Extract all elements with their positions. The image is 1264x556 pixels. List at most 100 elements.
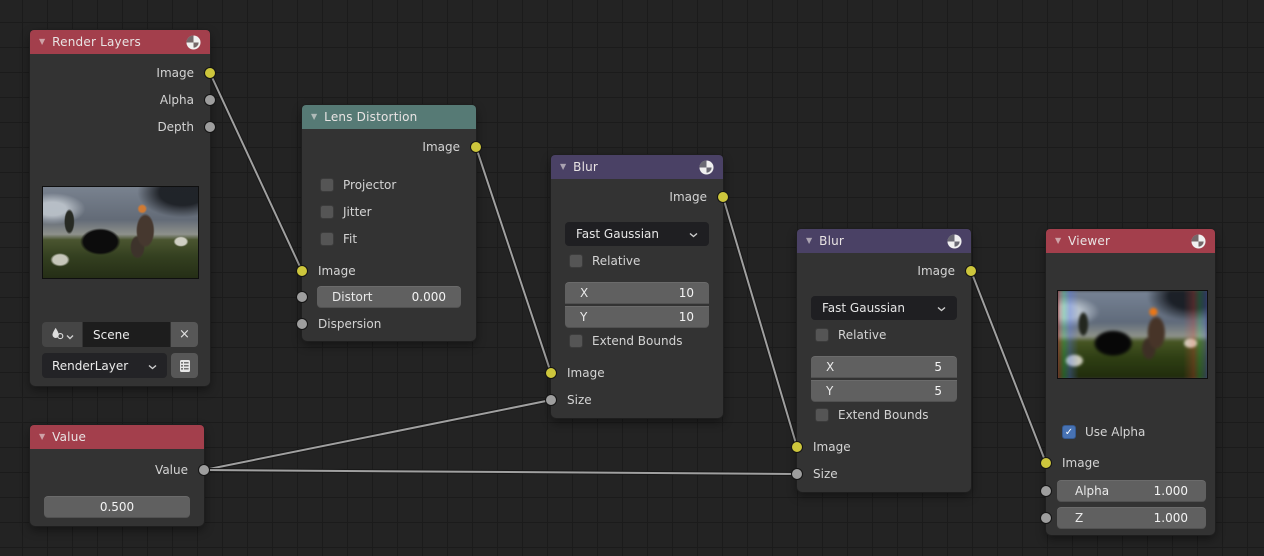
node-title: Viewer bbox=[1068, 234, 1111, 248]
socket-input-z[interactable] bbox=[1040, 512, 1052, 524]
node-title: Lens Distortion bbox=[324, 110, 418, 124]
checkbox-label: Extend Bounds bbox=[592, 334, 683, 348]
scene-browse-button[interactable] bbox=[42, 322, 82, 347]
scene-name-field[interactable]: Scene bbox=[83, 322, 170, 347]
collapse-arrow-icon[interactable]: ▼ bbox=[311, 113, 317, 121]
output-label: Image bbox=[669, 190, 707, 204]
y-field[interactable]: Y 10 bbox=[565, 306, 709, 328]
node-title: Blur bbox=[573, 160, 599, 174]
x-field[interactable]: X 5 bbox=[811, 356, 957, 378]
x-field[interactable]: X 10 bbox=[565, 282, 709, 304]
node-blur-2[interactable]: ▼ Blur Image Fast Gaussian Relative X 5 … bbox=[791, 229, 977, 492]
node-viewer[interactable]: ▼ Viewer ✓ Use Alpha Image Alpha 1.000 Z… bbox=[1040, 229, 1215, 535]
socket-input-size[interactable] bbox=[791, 468, 803, 480]
socket-output-image[interactable] bbox=[204, 67, 216, 79]
socket-output-alpha[interactable] bbox=[204, 94, 216, 106]
collapse-arrow-icon[interactable]: ▼ bbox=[1055, 237, 1061, 245]
use-alpha-checkbox[interactable]: ✓ bbox=[1062, 425, 1076, 439]
node-link[interactable] bbox=[474, 145, 553, 375]
viewer-preview-image bbox=[1057, 290, 1208, 379]
scene-selector[interactable]: Scene × bbox=[42, 322, 198, 347]
node-header[interactable]: ▼ Blur bbox=[551, 155, 723, 179]
input-label: Image bbox=[567, 366, 605, 380]
node-lens-distortion[interactable]: ▼ Lens Distortion Image Projector Jitter… bbox=[296, 105, 482, 341]
node-link[interactable] bbox=[202, 468, 799, 476]
distort-field[interactable]: Distort 0.000 bbox=[317, 286, 461, 308]
collapse-arrow-icon[interactable]: ▼ bbox=[39, 433, 45, 441]
node-blur-1[interactable]: ▼ Blur Image Fast Gaussian Relative X 10… bbox=[545, 155, 729, 418]
collapse-arrow-icon[interactable]: ▼ bbox=[560, 163, 566, 171]
node-link[interactable] bbox=[969, 269, 1048, 465]
node-link[interactable] bbox=[202, 398, 553, 472]
jitter-checkbox[interactable] bbox=[320, 205, 334, 219]
render-layer-dropdown[interactable]: RenderLayer bbox=[42, 353, 167, 378]
field-value: 1.000 bbox=[1153, 484, 1188, 498]
material-sphere-icon bbox=[1191, 233, 1206, 249]
output-label: Value bbox=[155, 463, 188, 477]
dropdown-value: Fast Gaussian bbox=[576, 227, 659, 241]
node-header[interactable]: ▼ Viewer bbox=[1046, 229, 1215, 253]
output-label: Depth bbox=[157, 120, 194, 134]
socket-input-distort[interactable] bbox=[296, 291, 308, 303]
field-value: 10 bbox=[678, 286, 694, 300]
node-render-layers[interactable]: ▼ Render Layers Image Alpha Depth Scene … bbox=[30, 30, 216, 386]
checkbox-label: Use Alpha bbox=[1085, 425, 1146, 439]
checkbox-label: Relative bbox=[592, 254, 641, 268]
chevron-down-icon bbox=[689, 227, 698, 241]
socket-input-image[interactable] bbox=[1040, 457, 1052, 469]
input-label: Image bbox=[318, 264, 356, 278]
render-layers-icon bbox=[179, 359, 190, 372]
node-link[interactable] bbox=[721, 195, 799, 449]
blur-filter-dropdown[interactable]: Fast Gaussian bbox=[565, 222, 709, 246]
socket-output-image[interactable] bbox=[965, 265, 977, 277]
blur-filter-dropdown[interactable]: Fast Gaussian bbox=[811, 296, 957, 320]
node-header[interactable]: ▼ Blur bbox=[797, 229, 971, 253]
field-label: X bbox=[826, 360, 835, 374]
output-label: Alpha bbox=[159, 93, 194, 107]
socket-input-alpha[interactable] bbox=[1040, 485, 1052, 497]
field-value: 0.500 bbox=[99, 500, 135, 514]
socket-input-image[interactable] bbox=[545, 367, 557, 379]
node-title: Blur bbox=[819, 234, 845, 248]
node-editor-canvas[interactable]: ▼ Render Layers Image Alpha Depth Scene … bbox=[0, 0, 1264, 556]
projector-checkbox[interactable] bbox=[320, 178, 334, 192]
field-label: Z bbox=[1075, 511, 1084, 525]
render-layers-icon-button[interactable] bbox=[171, 353, 198, 378]
field-label: Alpha bbox=[1075, 484, 1110, 498]
output-label: Image bbox=[917, 264, 955, 278]
chevron-down-icon bbox=[937, 301, 946, 315]
input-label: Dispersion bbox=[318, 317, 382, 331]
socket-input-image[interactable] bbox=[791, 441, 803, 453]
node-header[interactable]: ▼ Lens Distortion bbox=[302, 105, 476, 129]
extend-bounds-checkbox[interactable] bbox=[815, 408, 829, 422]
extend-bounds-checkbox[interactable] bbox=[569, 334, 583, 348]
socket-output-image[interactable] bbox=[470, 141, 482, 153]
node-value[interactable]: ▼ Value Value 0.500 bbox=[30, 425, 210, 526]
collapse-arrow-icon[interactable]: ▼ bbox=[806, 237, 812, 245]
socket-output-image[interactable] bbox=[717, 191, 729, 203]
field-label: X bbox=[580, 286, 589, 300]
node-link[interactable] bbox=[208, 71, 304, 273]
socket-output-value[interactable] bbox=[198, 464, 210, 476]
socket-input-size[interactable] bbox=[545, 394, 557, 406]
input-label: Size bbox=[813, 467, 838, 481]
fit-checkbox[interactable] bbox=[320, 232, 334, 246]
chevron-down-icon bbox=[66, 325, 74, 344]
render-layer-selector[interactable]: RenderLayer bbox=[42, 353, 198, 378]
y-field[interactable]: Y 5 bbox=[811, 380, 957, 402]
field-value: 10 bbox=[678, 310, 694, 324]
socket-output-depth[interactable] bbox=[204, 121, 216, 133]
z-field[interactable]: Z 1.000 bbox=[1057, 507, 1206, 529]
value-field[interactable]: 0.500 bbox=[44, 496, 190, 518]
socket-input-dispersion[interactable] bbox=[296, 318, 308, 330]
node-header[interactable]: ▼ Value bbox=[30, 425, 204, 449]
scene-unlink-button[interactable]: × bbox=[171, 322, 198, 347]
relative-checkbox[interactable] bbox=[815, 328, 829, 342]
checkbox-label: Projector bbox=[343, 178, 397, 192]
field-value: 5 bbox=[934, 384, 942, 398]
alpha-field[interactable]: Alpha 1.000 bbox=[1057, 480, 1206, 502]
socket-input-image[interactable] bbox=[296, 265, 308, 277]
collapse-arrow-icon[interactable]: ▼ bbox=[39, 38, 45, 46]
relative-checkbox[interactable] bbox=[569, 254, 583, 268]
node-header[interactable]: ▼ Render Layers bbox=[30, 30, 210, 54]
